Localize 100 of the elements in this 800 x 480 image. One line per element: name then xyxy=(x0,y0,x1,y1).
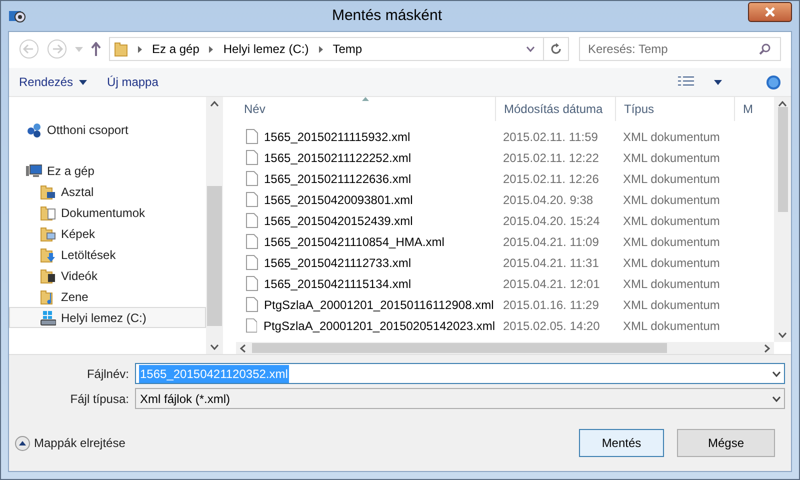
file-icon xyxy=(246,192,258,207)
scroll-thumb[interactable] xyxy=(252,343,667,353)
file-row[interactable]: 1565_20150420093801.xml 2015.04.20. 9:38 XML dokumentum xyxy=(236,189,774,210)
chevron-icon[interactable] xyxy=(526,46,535,52)
scroll-thumb[interactable] xyxy=(778,107,788,212)
file-row[interactable]: 1565_20150421115134.xml 2015.04.21. 12:01 XML dokumentum xyxy=(236,273,774,294)
arrow-icon[interactable] xyxy=(138,46,142,52)
table-cell-text: XML dokumentum xyxy=(623,170,720,188)
table-cell-text: 2015.04.20. 9:38 xyxy=(503,192,594,208)
table-cell-text: 2015.02.11. 12:26 xyxy=(503,170,599,188)
nav-item[interactable]: Otthoni csoport xyxy=(9,119,206,140)
table-cell-text: XML dokumentum xyxy=(623,296,720,314)
table-cell-text: 2015.01.16. 11:29 xyxy=(503,296,599,314)
scroll-down-icon[interactable] xyxy=(210,344,219,350)
table-cell-text: XML dokumentum xyxy=(623,234,720,250)
scroll-up-icon[interactable] xyxy=(778,101,787,107)
folder-icon xyxy=(40,204,56,220)
breadcrumb[interactable]: Ez a gép xyxy=(152,40,200,58)
file-icon xyxy=(246,213,258,228)
view-icon[interactable] xyxy=(678,76,694,88)
file-icon xyxy=(246,129,258,144)
app-icon xyxy=(8,8,26,24)
file-icon xyxy=(246,297,258,312)
scroll-thumb[interactable] xyxy=(206,186,222,326)
close-icon xyxy=(763,7,777,17)
file-row[interactable]: PtgSzlaA_20001201_20150205142023.xml 2015.02.05. 14:20 XML dokumentum xyxy=(236,315,774,336)
scrollbar[interactable] xyxy=(206,97,223,354)
file-icon xyxy=(246,276,258,291)
file-icon xyxy=(246,255,258,270)
nav-item[interactable]: Zene xyxy=(9,286,206,307)
table-cell-text: 1565_20150211122252.xml xyxy=(264,150,412,166)
nav-item[interactable]: Dokumentumok xyxy=(9,202,206,223)
file-row[interactable]: 1565_20150211122252.xml 2015.02.11. 12:22 XML dokumentum xyxy=(236,147,774,168)
table-cell-text: 1565_20150211115932.xml xyxy=(264,128,410,146)
scrollbar[interactable] xyxy=(774,97,791,342)
collapse-icon xyxy=(15,436,30,450)
new-folder-button[interactable]: Új mappa xyxy=(107,73,158,91)
scroll-up-icon[interactable] xyxy=(210,101,219,107)
nav-item[interactable]: Letöltések xyxy=(9,244,206,265)
file-icon xyxy=(246,171,258,186)
arrow-icon[interactable] xyxy=(318,46,323,52)
table-cell-text: 2015.04.21. 12:01 xyxy=(503,276,600,292)
file-row[interactable]: 1565_20150211122636.xml 2015.02.11. 12:26 XML dokumentum xyxy=(236,168,774,189)
search-icon xyxy=(759,43,771,55)
table-cell-text: 1565_20150420152439.xml xyxy=(264,212,413,230)
file-row[interactable]: 1565_20150211115932.xml 2015.02.11. 11:59 XML dokumentum xyxy=(236,126,774,147)
refresh-icon[interactable] xyxy=(550,43,562,55)
table-cell-text: XML dokumentum xyxy=(623,192,720,208)
breadcrumb[interactable]: Helyi lemez (C:) xyxy=(223,40,309,58)
file-row[interactable]: 1565_20150421112733.xml 2015.04.21. 11:31 XML dokumentum xyxy=(236,252,774,273)
table-cell-text: 1565_20150420093801.xml xyxy=(264,192,413,208)
nav-item[interactable]: Videók xyxy=(9,265,206,286)
scroll-down-icon[interactable] xyxy=(778,332,787,338)
table-cell-text: 2015.04.20. 15:24 xyxy=(503,212,600,230)
table-cell-text: 1565_20150421115134.xml xyxy=(264,276,412,292)
table-cell-text: XML dokumentum xyxy=(623,318,720,334)
breadcrumb[interactable]: Temp xyxy=(332,40,362,58)
column-header[interactable]: Típus xyxy=(615,97,734,121)
save-button[interactable]: Mentés xyxy=(579,429,664,457)
file-icon xyxy=(246,318,258,333)
nav-item[interactable]: Asztal xyxy=(9,181,206,202)
close-button[interactable] xyxy=(748,2,792,22)
folder-icon xyxy=(114,41,128,57)
table-cell-text: 1565_20150421112733.xml xyxy=(264,254,412,272)
table-cell-text: XML dokumentum xyxy=(623,254,720,272)
search-field[interactable]: Keresés: Temp xyxy=(579,37,781,61)
file-type-dropdown[interactable]: Xml fájlok (*.xml) xyxy=(135,388,785,409)
nav-item[interactable]: Ez a gép xyxy=(9,160,206,181)
file-row[interactable]: 1565_20150420152439.xml 2015.04.20. 15:24 XML dokumentum xyxy=(236,210,774,231)
caret-icon xyxy=(79,80,88,84)
column-header[interactable]: Módosítás dátuma xyxy=(495,97,615,121)
field-label: Fájlnév: xyxy=(86,366,129,382)
file-row[interactable]: 1565_20150421110854_HMA.xml 2015.04.21. 11:09 XML dokumentum xyxy=(236,231,774,252)
address-bar[interactable]: Ez a gép Helyi lemez (C:) Temp xyxy=(109,37,569,61)
nav-item[interactable]: Helyi lemez (C:) xyxy=(9,307,206,328)
file-icon xyxy=(246,150,258,165)
folder-icon xyxy=(40,226,56,242)
arrow-icon[interactable] xyxy=(209,46,214,52)
folder-icon xyxy=(40,246,56,262)
file-icon xyxy=(246,234,258,249)
scrollbar[interactable] xyxy=(236,342,774,354)
field-label: Fájl típusa: xyxy=(69,390,129,408)
column-header[interactable]: Név xyxy=(236,97,495,121)
chevron-icon xyxy=(772,396,781,402)
folder-icon xyxy=(40,268,56,284)
up-arrow-icon[interactable] xyxy=(91,42,101,56)
cancel-button[interactable]: Mégse xyxy=(677,429,775,457)
caret-icon[interactable] xyxy=(714,80,722,84)
table-cell-text: PtgSzlaA_20001201_20150205142023.xml xyxy=(263,318,495,334)
computer-icon xyxy=(26,162,42,178)
hide-folders-button[interactable]: Mappák elrejtése xyxy=(15,434,126,452)
scroll-right-icon[interactable] xyxy=(764,344,770,352)
organize-menu[interactable]: Rendezés xyxy=(19,73,88,91)
table-cell-text: 1565_20150211122636.xml xyxy=(264,170,412,188)
scroll-left-icon[interactable] xyxy=(240,344,246,352)
table-cell-text: XML dokumentum xyxy=(623,212,720,230)
table-cell-text: 1565_20150421110854_HMA.xml xyxy=(264,234,444,250)
table-cell-text: 2015.04.21. 11:09 xyxy=(503,234,599,250)
nav-item[interactable]: Képek xyxy=(9,223,206,244)
file-row[interactable]: PtgSzlaA_20001201_20150116112908.xml 2015.01.16. 11:29 XML dokumentum xyxy=(236,294,774,315)
